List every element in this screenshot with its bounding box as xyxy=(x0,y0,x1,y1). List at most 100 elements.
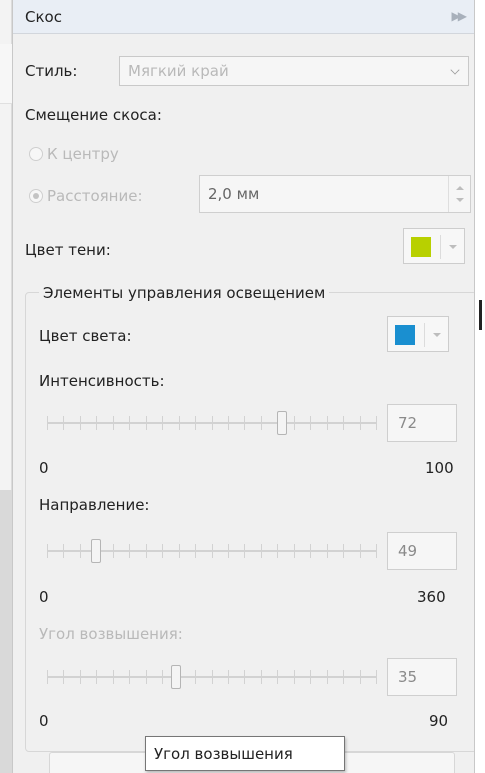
elevation-label: Угол возвышения: xyxy=(39,625,183,643)
slider-tick xyxy=(47,544,48,558)
slider-tick xyxy=(310,670,311,684)
direction-value-field[interactable]: 49 xyxy=(387,532,457,570)
chevron-down-icon xyxy=(450,65,460,75)
light-color-row: Цвет света: xyxy=(39,327,132,345)
elevation-slider[interactable] xyxy=(47,663,377,693)
slider-tick xyxy=(146,670,147,684)
slider-tick xyxy=(80,670,81,684)
slider-tick xyxy=(63,670,64,684)
radio-to-center[interactable]: К центру xyxy=(29,145,119,163)
slider-tick xyxy=(277,544,278,558)
slider-thumb[interactable] xyxy=(91,539,101,563)
slider-tick xyxy=(113,670,114,684)
direction-slider[interactable] xyxy=(47,537,377,567)
slider-tick xyxy=(294,416,295,430)
elevation-row: Угол возвышения: xyxy=(39,625,183,643)
shadow-color-label: Цвет тени: xyxy=(25,241,111,259)
docker-title: Скос xyxy=(25,7,62,26)
slider-tick xyxy=(343,416,344,430)
slider-tick xyxy=(228,670,229,684)
slider-tick xyxy=(310,544,311,558)
slider-tick xyxy=(195,544,196,558)
radio-distance-label: Расстояние: xyxy=(47,187,143,205)
slider-tick xyxy=(146,416,147,430)
canvas-cursor-mark xyxy=(479,300,482,330)
slider-tick xyxy=(179,416,180,430)
bevel-docker: Скос ▶▶ Стиль: Мягкий край Смещение скос… xyxy=(12,0,475,773)
slider-tick xyxy=(294,670,295,684)
radio-distance[interactable]: Расстояние: xyxy=(29,187,143,205)
shadow-color-row: Цвет тени: xyxy=(25,241,111,259)
intensity-min: 0 xyxy=(39,459,49,477)
elevation-min: 0 xyxy=(39,712,49,730)
slider-tick xyxy=(376,670,377,684)
slider-tick xyxy=(80,544,81,558)
slider-tick xyxy=(179,544,180,558)
slider-tick xyxy=(228,416,229,430)
picker-divider xyxy=(424,323,425,347)
shadow-color-picker[interactable] xyxy=(403,228,465,264)
slider-tick xyxy=(47,670,48,684)
radio-to-center-label: К центру xyxy=(47,145,119,163)
radio-button[interactable] xyxy=(29,147,43,161)
slider-tick xyxy=(129,544,130,558)
slider-tick xyxy=(162,544,163,558)
slider-tick xyxy=(96,670,97,684)
slider-tick xyxy=(327,670,328,684)
slider-tick xyxy=(96,416,97,430)
slider-tick xyxy=(261,670,262,684)
intensity-slider[interactable] xyxy=(47,409,377,439)
slider-tick xyxy=(228,544,229,558)
slider-tick xyxy=(244,670,245,684)
slider-tick xyxy=(360,670,361,684)
tooltip: Угол возвышения xyxy=(145,736,345,771)
elevation-value-field[interactable]: 35 xyxy=(387,658,457,696)
style-select-value: Мягкий край xyxy=(128,62,229,80)
slider-tick xyxy=(360,416,361,430)
direction-label: Направление: xyxy=(39,496,150,514)
spin-arrows[interactable] xyxy=(448,176,470,212)
slider-tick xyxy=(294,544,295,558)
slider-tick xyxy=(113,416,114,430)
adjacent-window-scrollbar xyxy=(0,490,12,773)
intensity-max: 100 xyxy=(425,459,454,477)
distance-value: 2,0 мм xyxy=(208,185,260,203)
slider-tick xyxy=(360,544,361,558)
slider-tick xyxy=(113,544,114,558)
slider-tick xyxy=(129,416,130,430)
intensity-label: Интенсивность: xyxy=(39,372,165,390)
chevron-down-icon xyxy=(449,245,457,249)
style-row: Стиль: xyxy=(25,62,77,80)
canvas-edge xyxy=(475,0,485,773)
slider-tick xyxy=(195,670,196,684)
distance-spinbox[interactable]: 2,0 мм xyxy=(199,175,471,213)
slider-tick xyxy=(327,544,328,558)
direction-min: 0 xyxy=(39,588,49,606)
slider-tick xyxy=(310,416,311,430)
light-color-swatch xyxy=(395,325,415,345)
intensity-value-field[interactable]: 72 xyxy=(387,404,457,442)
slider-tick xyxy=(47,416,48,430)
slider-tick xyxy=(212,670,213,684)
spin-down-icon[interactable] xyxy=(456,198,464,202)
intensity-row: Интенсивность: xyxy=(39,372,165,390)
slider-tick xyxy=(162,416,163,430)
slider-tick xyxy=(212,416,213,430)
intensity-value: 72 xyxy=(398,414,418,432)
slider-tick xyxy=(129,670,130,684)
slider-tick xyxy=(244,544,245,558)
slider-tick xyxy=(327,416,328,430)
elevation-value: 35 xyxy=(398,668,418,686)
style-select[interactable]: Мягкий край xyxy=(119,56,469,86)
radio-button[interactable] xyxy=(29,189,43,203)
slider-tick xyxy=(162,670,163,684)
slider-thumb[interactable] xyxy=(277,411,287,435)
slider-thumb[interactable] xyxy=(171,665,181,689)
light-color-picker[interactable] xyxy=(387,316,449,352)
slider-tick xyxy=(195,416,196,430)
tooltip-text: Угол возвышения xyxy=(154,744,293,763)
spin-up-icon[interactable] xyxy=(456,186,464,190)
shadow-color-swatch xyxy=(411,237,431,257)
double-chevron-right-icon[interactable]: ▶▶ xyxy=(452,9,468,23)
light-color-label: Цвет света: xyxy=(39,327,132,345)
